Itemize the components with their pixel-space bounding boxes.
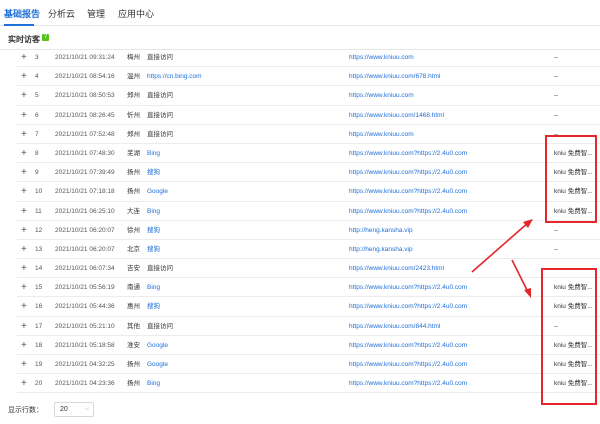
arrow-line-up [471, 221, 530, 273]
annotation-arrows [471, 219, 533, 298]
arrow-line-down [511, 259, 529, 293]
arrow-head-down [524, 288, 531, 298]
